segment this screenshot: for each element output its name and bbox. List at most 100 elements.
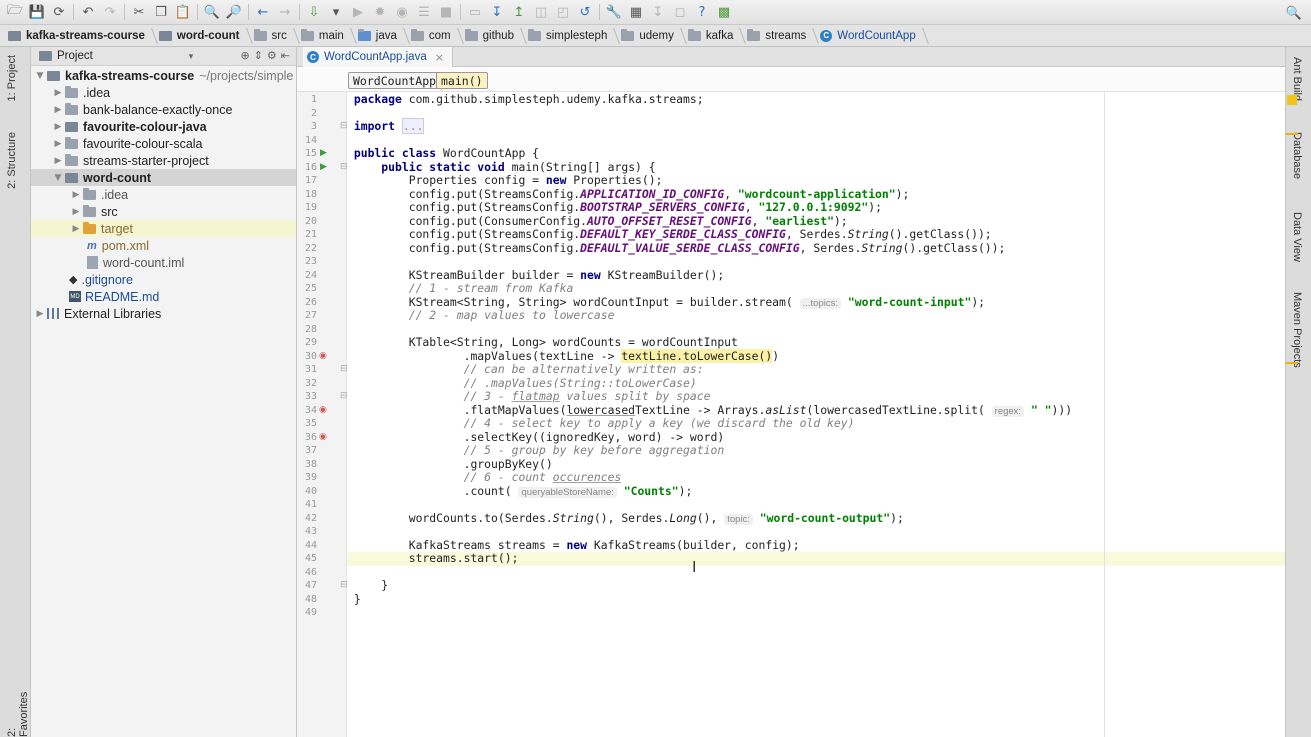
project-view-selector[interactable]: Project xyxy=(57,50,93,62)
collapsed-arrow-icon[interactable]: ▶ xyxy=(51,122,65,132)
toolbar-separator xyxy=(73,4,74,20)
breadcrumb-folder[interactable]: src xyxy=(250,25,297,47)
warning-marker[interactable] xyxy=(1287,95,1297,105)
lambda-marker-icon[interactable]: ◉ xyxy=(319,350,327,364)
code-editor[interactable]: package com.github.simplesteph.udemy.kaf… xyxy=(347,92,1285,737)
breadcrumb-package[interactable]: kafka xyxy=(684,25,744,47)
collapsed-arrow-icon[interactable]: ▶ xyxy=(69,190,83,200)
open-folder-icon[interactable]: 🗁 xyxy=(4,1,26,23)
tree-item-favourite-colour-java[interactable]: ▶ favourite-colour-java xyxy=(31,118,296,135)
tree-item-gitignore[interactable]: ◆ .gitignore xyxy=(31,271,296,288)
line-number: 43 xyxy=(304,526,317,537)
tree-item-pom[interactable]: m pom.xml xyxy=(31,237,296,254)
collapsed-arrow-icon[interactable]: ▶ xyxy=(51,88,65,98)
tree-item-word-count[interactable]: ▼ word-count xyxy=(31,169,296,186)
back-icon[interactable]: ← xyxy=(252,1,274,23)
tree-item-iml[interactable]: word-count.iml xyxy=(31,254,296,271)
collapsed-arrow-icon[interactable]: ▶ xyxy=(69,207,83,217)
project-structure-icon[interactable]: ▦ xyxy=(625,1,647,23)
tree-item-favourite-colour-scala[interactable]: ▶ favourite-colour-scala xyxy=(31,135,296,152)
line-number: 41 xyxy=(304,499,317,510)
error-stripe-marker[interactable] xyxy=(1286,133,1298,135)
collapsed-arrow-icon[interactable]: ▶ xyxy=(51,156,65,166)
tree-item-target[interactable]: ▶ target xyxy=(31,220,296,237)
tree-item-readme[interactable]: MD README.md xyxy=(31,288,296,305)
breadcrumb-package[interactable]: streams xyxy=(743,25,816,47)
attach-icon[interactable]: ▭ xyxy=(464,1,486,23)
breadcrumb-module[interactable]: word-count xyxy=(155,25,250,47)
chevron-down-icon[interactable]: ▾ xyxy=(189,51,194,62)
lambda-marker-icon[interactable]: ◉ xyxy=(319,404,327,418)
vcs-commit-icon[interactable]: ↥ xyxy=(508,1,530,23)
run-gutter-icon[interactable]: ▶ xyxy=(320,161,327,175)
forward-icon[interactable]: → xyxy=(274,1,296,23)
replace-icon[interactable]: 🔎 xyxy=(223,1,245,23)
tree-item-root[interactable]: ▼ kafka-streams-course ~/projects/simple xyxy=(31,67,296,84)
vcs-update-icon[interactable]: ↧ xyxy=(486,1,508,23)
hide-panel-icon[interactable]: ⇤ xyxy=(281,49,290,62)
download-icon[interactable]: ↧ xyxy=(647,1,669,23)
editor-crumb-method[interactable]: main() xyxy=(436,72,488,89)
breadcrumb-class[interactable]: C WordCountApp xyxy=(816,25,925,47)
run-gutter-icon[interactable]: ▶ xyxy=(320,147,327,161)
expanded-arrow-icon[interactable]: ▼ xyxy=(51,173,65,183)
settings-icon[interactable]: 🔧 xyxy=(603,1,625,23)
run-icon[interactable]: ▶ xyxy=(347,1,369,23)
run-config-dropdown-icon[interactable]: ▾ xyxy=(325,1,347,23)
tree-item-src[interactable]: ▶ src xyxy=(31,203,296,220)
gear-icon[interactable]: ⚙ xyxy=(267,49,277,62)
close-icon[interactable]: × xyxy=(435,51,444,64)
breadcrumb-package[interactable]: udemy xyxy=(617,25,684,47)
collapsed-arrow-icon[interactable]: ▶ xyxy=(33,309,47,319)
tab-favorites[interactable]: 2: Favorites xyxy=(6,687,30,737)
expanded-arrow-icon[interactable]: ▼ xyxy=(33,71,47,81)
sync-icon[interactable]: ⟳ xyxy=(48,1,70,23)
tab-project[interactable]: 1: Project xyxy=(6,55,18,101)
scroll-from-source-icon[interactable]: ⊕ xyxy=(240,49,249,62)
collapsed-arrow-icon[interactable]: ▶ xyxy=(69,224,83,234)
vcs-compare-icon[interactable]: ◫ xyxy=(530,1,552,23)
tree-item-bank-balance[interactable]: ▶ bank-balance-exactly-once xyxy=(31,101,296,118)
breadcrumb-folder[interactable]: java xyxy=(354,25,407,47)
build-icon[interactable]: ⇩ xyxy=(303,1,325,23)
paste-icon[interactable]: 📋 xyxy=(172,1,194,23)
breadcrumb-package[interactable]: simplesteph xyxy=(524,25,617,47)
coverage-icon[interactable]: ◉ xyxy=(391,1,413,23)
tree-item-idea[interactable]: ▶ .idea xyxy=(31,84,296,101)
debug-icon[interactable]: ✹ xyxy=(369,1,391,23)
lambda-marker-icon[interactable]: ◉ xyxy=(319,431,327,445)
vcs-revert-icon[interactable]: ↺ xyxy=(574,1,596,23)
tab-maven-projects[interactable]: Maven Projects xyxy=(1291,292,1303,368)
editor-tab-bar: C WordCountApp.java × xyxy=(297,47,1285,67)
collapse-all-icon[interactable]: ⇕ xyxy=(254,49,263,62)
collapsed-arrow-icon[interactable]: ▶ xyxy=(51,139,65,149)
error-stripe-marker[interactable] xyxy=(1286,362,1298,364)
copy-icon[interactable]: ❐ xyxy=(150,1,172,23)
stop-icon[interactable]: ■ xyxy=(435,1,457,23)
tab-wordcountapp-java[interactable]: C WordCountApp.java × xyxy=(303,47,453,67)
breadcrumb-folder[interactable]: main xyxy=(297,25,354,47)
presentation-icon[interactable]: ▩ xyxy=(713,1,735,23)
profile-icon[interactable]: ☰ xyxy=(413,1,435,23)
sdk-icon[interactable]: ◻ xyxy=(669,1,691,23)
undo-icon[interactable]: ↶ xyxy=(77,1,99,23)
editor-crumb-class[interactable]: WordCountApp xyxy=(348,72,442,89)
tree-item-external-libraries[interactable]: ▶ External Libraries xyxy=(31,305,296,322)
tree-item-streams-starter[interactable]: ▶ streams-starter-project xyxy=(31,152,296,169)
cut-icon[interactable]: ✂ xyxy=(128,1,150,23)
vcs-history-icon[interactable]: ◰ xyxy=(552,1,574,23)
tab-database[interactable]: Database xyxy=(1291,132,1303,179)
module-icon xyxy=(8,30,21,41)
redo-icon[interactable]: ↷ xyxy=(99,1,121,23)
breadcrumb-package[interactable]: com xyxy=(407,25,461,47)
find-icon[interactable]: 🔍 xyxy=(201,1,223,23)
save-icon[interactable]: 💾 xyxy=(26,1,48,23)
tree-item-word-count-idea[interactable]: ▶ .idea xyxy=(31,186,296,203)
search-everywhere-icon[interactable]: 🔍 xyxy=(1283,2,1305,24)
breadcrumb-project[interactable]: kafka-streams-course xyxy=(4,25,155,47)
help-icon[interactable]: ? xyxy=(691,1,713,23)
breadcrumb-package[interactable]: github xyxy=(461,25,524,47)
tab-data-view[interactable]: Data View xyxy=(1291,212,1303,262)
tab-structure[interactable]: 2: Structure xyxy=(6,132,18,189)
collapsed-arrow-icon[interactable]: ▶ xyxy=(51,105,65,115)
